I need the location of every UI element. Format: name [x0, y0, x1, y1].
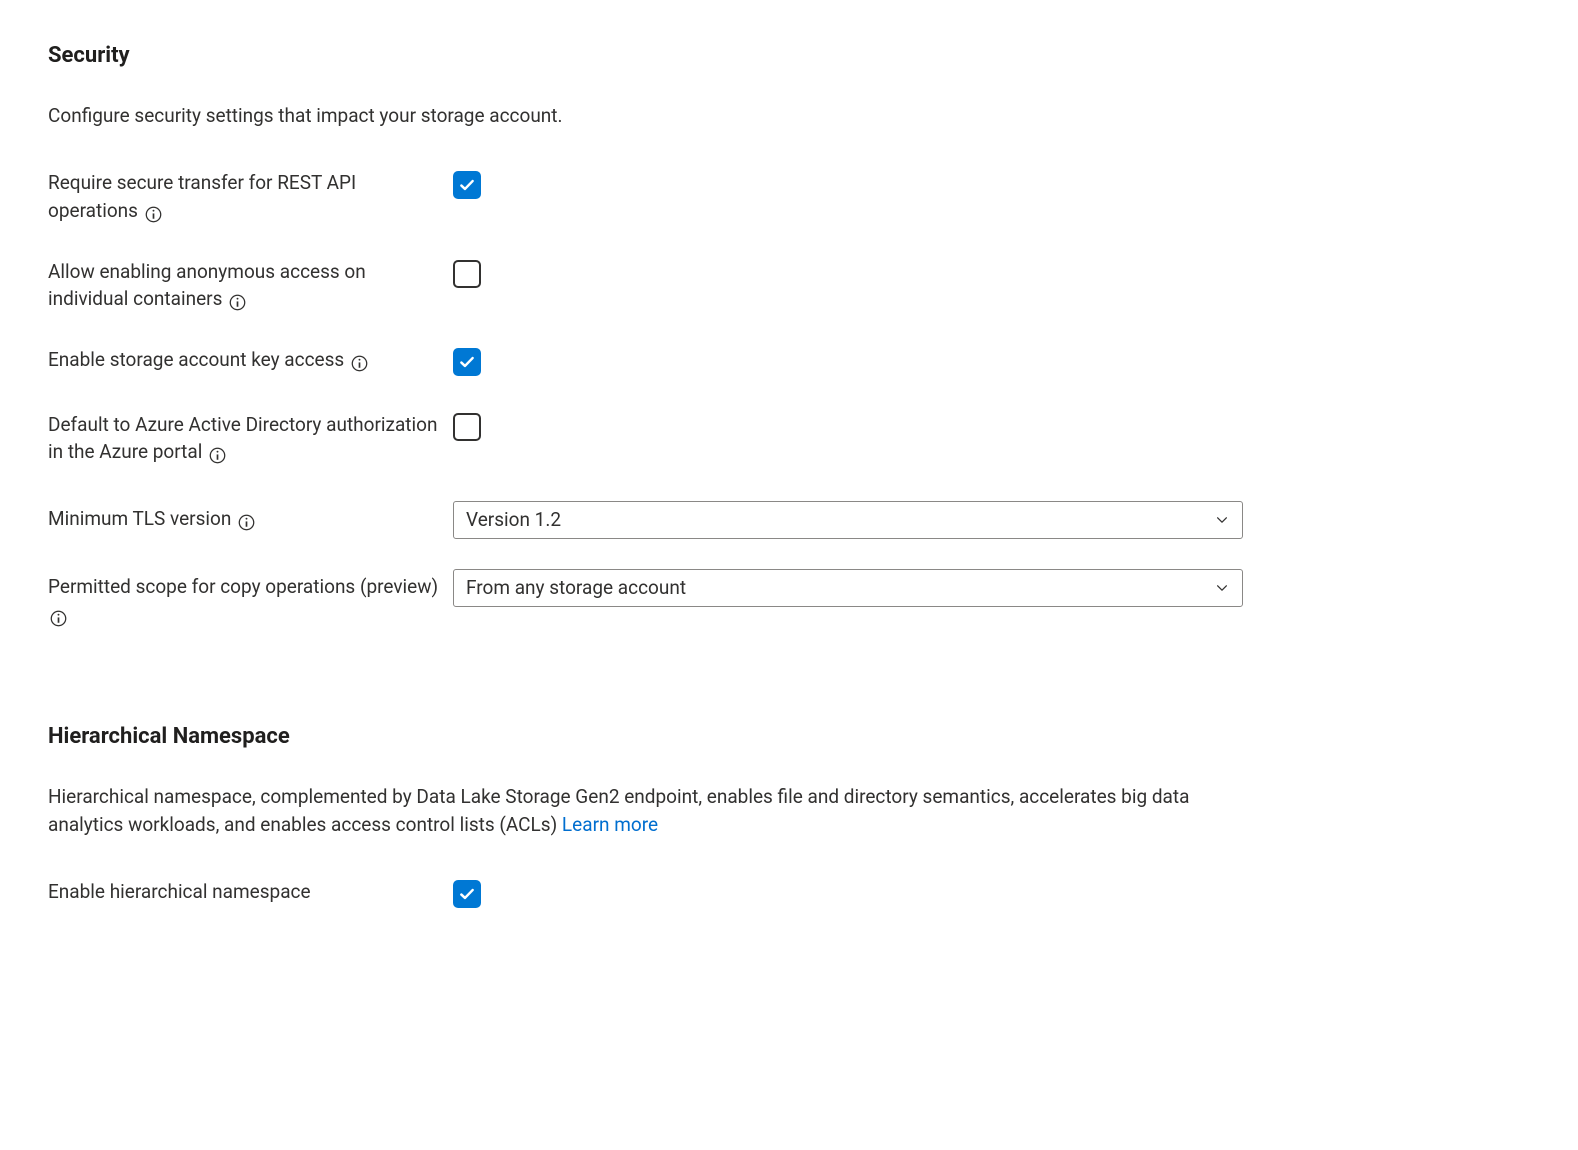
select-value-min-tls: Version 1.2 — [466, 506, 561, 534]
info-icon[interactable] — [209, 439, 226, 467]
security-description: Configure security settings that impact … — [48, 102, 1248, 130]
row-enable-hns: Enable hierarchical namespace — [48, 878, 1530, 911]
chevron-down-icon — [1214, 512, 1230, 528]
info-icon[interactable] — [351, 347, 368, 375]
row-secure-transfer: Require secure transfer for REST API ope… — [48, 169, 1530, 225]
checkbox-anonymous-access[interactable] — [453, 260, 481, 288]
info-icon[interactable] — [50, 602, 67, 630]
select-value-copy-scope: From any storage account — [466, 574, 686, 602]
row-key-access: Enable storage account key access — [48, 346, 1530, 379]
label-text-min-tls: Minimum TLS version — [48, 507, 231, 530]
label-aad-default: Default to Azure Active Directory author… — [48, 411, 453, 467]
label-text-enable-hns: Enable hierarchical namespace — [48, 880, 311, 903]
label-text-copy-scope: Permitted scope for copy operations (pre… — [48, 575, 438, 598]
row-anonymous-access: Allow enabling anonymous access on indiv… — [48, 258, 1530, 314]
info-icon[interactable] — [229, 286, 246, 314]
security-heading: Security — [48, 40, 1530, 72]
select-min-tls[interactable]: Version 1.2 — [453, 501, 1243, 539]
checkbox-key-access[interactable] — [453, 348, 481, 376]
chevron-down-icon — [1214, 580, 1230, 596]
hns-heading: Hierarchical Namespace — [48, 721, 1530, 753]
row-min-tls: Minimum TLS version Version 1.2 — [48, 499, 1530, 539]
info-icon[interactable] — [238, 506, 255, 534]
label-min-tls: Minimum TLS version — [48, 499, 453, 534]
label-text-anonymous-access: Allow enabling anonymous access on indiv… — [48, 260, 366, 311]
label-text-secure-transfer: Require secure transfer for REST API ope… — [48, 171, 356, 222]
row-copy-scope: Permitted scope for copy operations (pre… — [48, 567, 1530, 629]
checkbox-aad-default[interactable] — [453, 413, 481, 441]
learn-more-link[interactable]: Learn more — [562, 813, 658, 836]
label-key-access: Enable storage account key access — [48, 346, 453, 375]
info-icon[interactable] — [145, 198, 162, 226]
checkbox-secure-transfer[interactable] — [453, 171, 481, 199]
label-secure-transfer: Require secure transfer for REST API ope… — [48, 169, 453, 225]
checkbox-enable-hns[interactable] — [453, 880, 481, 908]
label-copy-scope: Permitted scope for copy operations (pre… — [48, 567, 453, 629]
hns-description: Hierarchical namespace, complemented by … — [48, 783, 1248, 838]
label-anonymous-access: Allow enabling anonymous access on indiv… — [48, 258, 453, 314]
label-enable-hns: Enable hierarchical namespace — [48, 878, 453, 906]
row-aad-default: Default to Azure Active Directory author… — [48, 411, 1530, 467]
label-text-aad-default: Default to Azure Active Directory author… — [48, 413, 437, 464]
select-copy-scope[interactable]: From any storage account — [453, 569, 1243, 607]
label-text-key-access: Enable storage account key access — [48, 348, 344, 371]
